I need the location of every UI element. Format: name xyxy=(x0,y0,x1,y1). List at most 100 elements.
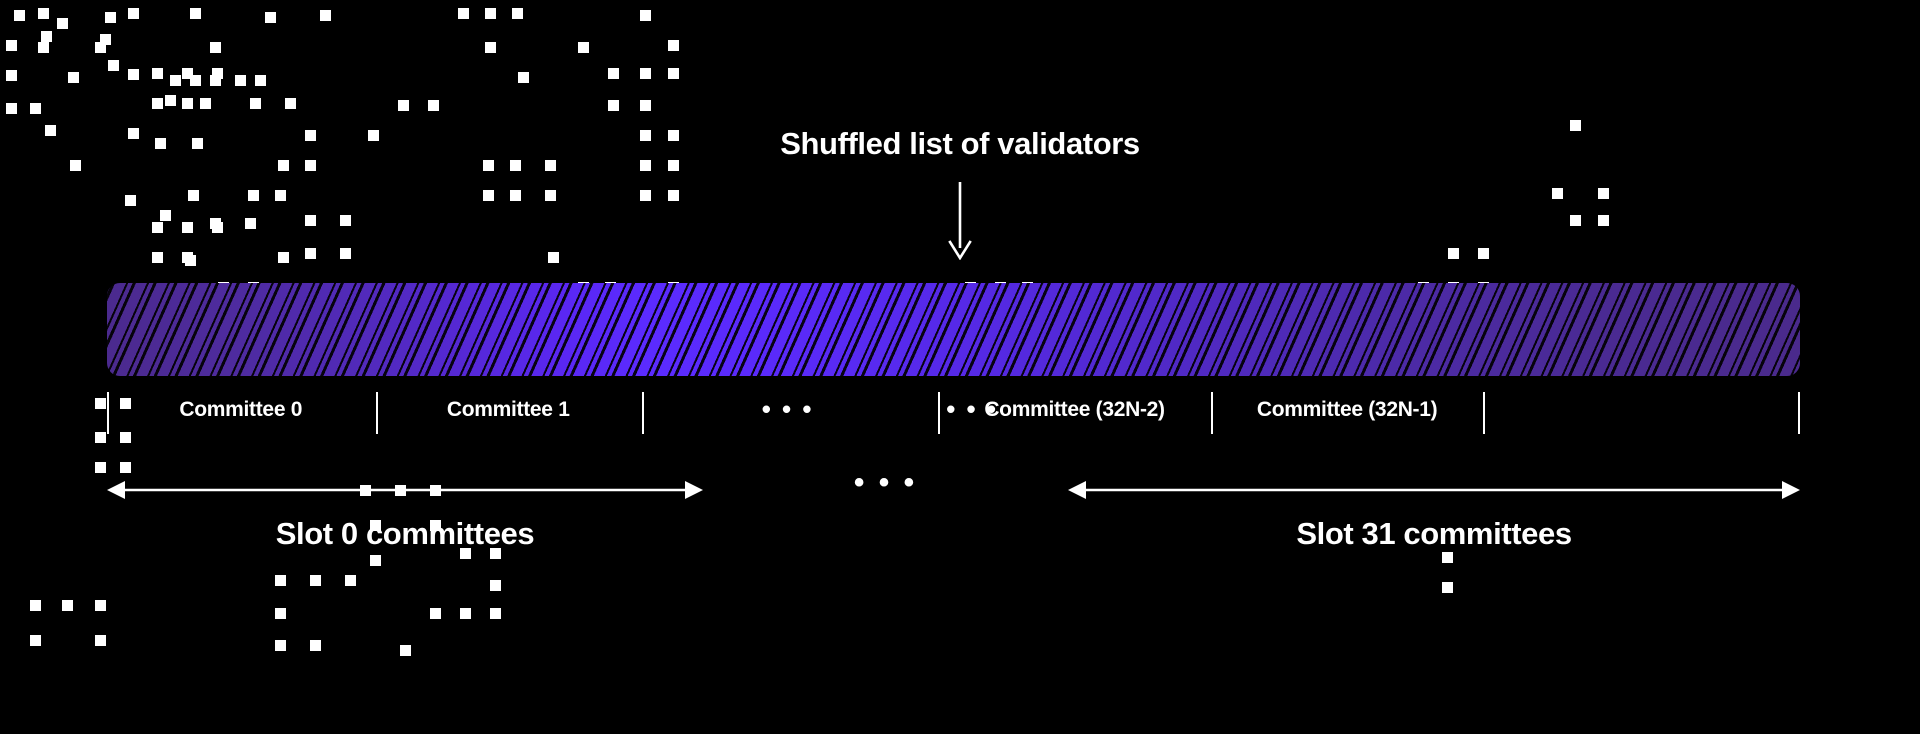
decor-pixel xyxy=(152,68,163,79)
decor-pixel xyxy=(185,255,196,266)
decor-pixel xyxy=(490,608,501,619)
decor-pixel xyxy=(14,10,25,21)
decor-pixel xyxy=(210,218,221,229)
decor-pixel xyxy=(545,190,556,201)
decor-pixel xyxy=(182,68,193,79)
decor-pixel xyxy=(30,635,41,646)
decor-pixel xyxy=(248,190,259,201)
committee-label: Committee 1 xyxy=(446,398,570,421)
decor-pixel xyxy=(285,98,296,109)
decor-pixel xyxy=(640,100,651,111)
decor-pixel xyxy=(100,34,111,45)
decor-pixel xyxy=(578,42,589,53)
arrow-left-right-icon xyxy=(1068,481,1800,499)
decor-pixel xyxy=(190,8,201,19)
decor-pixel xyxy=(108,60,119,71)
committee-row: Committee 0 Committee 1 • • • • • • Committe… xyxy=(107,392,1800,436)
decor-pixel xyxy=(165,95,176,106)
validator-bar-fill xyxy=(107,283,1800,376)
decor-pixel xyxy=(398,100,409,111)
decor-pixel xyxy=(6,103,17,114)
decor-pixel xyxy=(1570,215,1581,226)
decor-pixel xyxy=(182,222,193,233)
decor-pixel xyxy=(125,195,136,206)
committee-label: Committee (32N-2) xyxy=(984,398,1165,421)
committee-tick xyxy=(1798,392,1800,434)
decor-pixel xyxy=(265,12,276,23)
decor-pixel xyxy=(235,75,246,86)
decor-pixel xyxy=(483,190,494,201)
validator-list-bar xyxy=(107,283,1800,376)
decor-pixel xyxy=(668,40,679,51)
decor-pixel xyxy=(310,640,321,651)
decor-pixel xyxy=(200,98,211,109)
decor-pixel xyxy=(212,222,223,233)
decor-pixel xyxy=(460,608,471,619)
slots-ellipsis: • • • xyxy=(853,466,918,499)
decor-pixel xyxy=(95,398,106,409)
decor-pixel xyxy=(152,252,163,263)
decor-pixel xyxy=(640,190,651,201)
decor-pixel xyxy=(608,68,619,79)
decor-pixel xyxy=(152,222,163,233)
decor-pixel xyxy=(6,70,17,81)
decor-pixel xyxy=(152,98,163,109)
diagram-title: Shuffled list of validators xyxy=(780,126,1140,161)
decor-pixel xyxy=(95,635,106,646)
decor-pixel xyxy=(210,42,221,53)
decor-pixel xyxy=(210,75,221,86)
decor-pixel xyxy=(485,42,496,53)
decor-pixel xyxy=(1552,188,1563,199)
slot-label: Slot 31 committees xyxy=(1296,516,1572,551)
decor-pixel xyxy=(212,68,223,79)
decor-pixel xyxy=(38,42,49,53)
decor-pixel xyxy=(38,8,49,19)
decor-pixel xyxy=(190,75,201,86)
decor-pixel xyxy=(485,8,496,19)
decor-pixel xyxy=(182,98,193,109)
decor-pixel xyxy=(105,12,116,23)
decor-pixel xyxy=(57,18,68,29)
decor-pixel xyxy=(250,98,261,109)
decor-pixel xyxy=(160,210,171,221)
decor-pixel xyxy=(512,8,523,19)
decor-pixel xyxy=(170,75,181,86)
decor-pixel xyxy=(640,68,651,79)
decor-pixel xyxy=(128,69,139,80)
arrow-left-right-icon xyxy=(107,481,703,499)
decor-pixel xyxy=(548,252,559,263)
decor-pixel xyxy=(275,608,286,619)
decor-pixel xyxy=(128,8,139,19)
decor-pixel xyxy=(6,40,17,51)
decor-pixel xyxy=(95,600,106,611)
decor-pixel xyxy=(400,645,411,656)
arrow-down-icon xyxy=(948,182,972,260)
decor-pixel xyxy=(608,100,619,111)
decor-pixel xyxy=(188,190,199,201)
decor-pixel xyxy=(320,10,331,21)
decor-pixel xyxy=(458,8,469,19)
decor-pixel xyxy=(255,75,266,86)
decor-pixel xyxy=(30,103,41,114)
committee-label: Committee (32N-1) xyxy=(1256,398,1438,421)
decor-pixel xyxy=(518,72,529,83)
decor-pixel xyxy=(1478,248,1489,259)
decor-pixel xyxy=(182,252,193,263)
decor-pixel xyxy=(95,432,106,443)
slot-label: Slot 0 committees xyxy=(275,516,535,551)
committee-label: Committee 0 xyxy=(179,398,303,421)
slots-row: • • • Slot 0 committees Slot 31 committee… xyxy=(0,466,1920,590)
decor-pixel xyxy=(275,640,286,651)
decor-pixel xyxy=(510,190,521,201)
decor-pixel xyxy=(340,215,351,226)
decor-pixel xyxy=(68,72,79,83)
decor-pixel xyxy=(668,68,679,79)
decor-pixel xyxy=(340,248,351,259)
decor-pixel xyxy=(41,31,52,42)
decor-pixel xyxy=(640,10,651,21)
committee-tick xyxy=(1483,392,1486,434)
decor-pixel xyxy=(95,42,106,53)
decor-pixel xyxy=(428,100,439,111)
decor-pixel xyxy=(62,600,73,611)
decor-pixel xyxy=(305,215,316,226)
